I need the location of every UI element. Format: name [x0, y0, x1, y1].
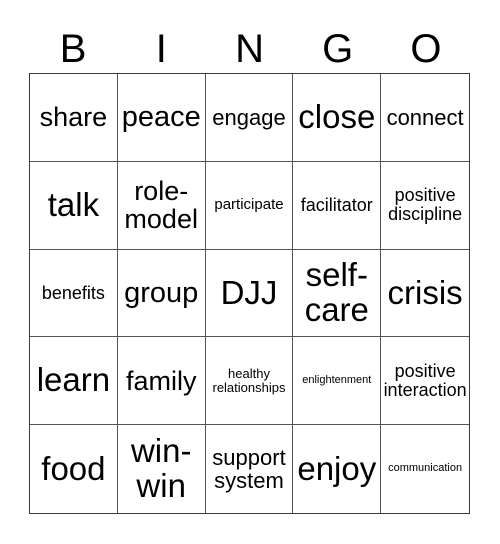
- bingo-cell[interactable]: close: [293, 74, 382, 162]
- header-letter-g: G: [322, 27, 354, 71]
- bingo-cell[interactable]: peace: [117, 74, 206, 162]
- bingo-cell[interactable]: communication: [381, 425, 469, 513]
- bingo-cell[interactable]: healthy relationships: [205, 337, 294, 426]
- bingo-cell[interactable]: engage: [205, 74, 294, 162]
- bingo-cell[interactable]: benefits: [30, 249, 118, 338]
- bingo-grid: share peace engage close connect talk ro…: [29, 73, 470, 514]
- bingo-cell[interactable]: role-model: [117, 161, 206, 250]
- header-letter-n: N: [235, 27, 264, 71]
- bingo-cell[interactable]: enlightenment: [293, 337, 382, 426]
- header-letter-i: I: [155, 27, 167, 71]
- bingo-cell[interactable]: participate: [205, 161, 294, 250]
- bingo-cell[interactable]: enjoy: [293, 425, 382, 513]
- bingo-cell[interactable]: learn: [30, 337, 118, 426]
- header-letter-o: O: [410, 27, 442, 71]
- bingo-cell[interactable]: share: [30, 74, 118, 162]
- bingo-cell[interactable]: food: [30, 425, 118, 513]
- bingo-cell[interactable]: DJJ: [205, 249, 294, 338]
- bingo-cell[interactable]: crisis: [381, 250, 469, 338]
- bingo-cell[interactable]: connect: [381, 74, 469, 162]
- bingo-cell[interactable]: self-care: [293, 249, 382, 338]
- bingo-cell[interactable]: family: [117, 337, 206, 426]
- bingo-cell[interactable]: support system: [206, 425, 294, 513]
- bingo-cell[interactable]: facilitator: [293, 161, 382, 250]
- bingo-header: B I N G O: [29, 26, 470, 73]
- header-letter-b: B: [59, 27, 87, 71]
- bingo-cell[interactable]: positive discipline: [381, 162, 469, 250]
- bingo-cell[interactable]: win-win: [118, 425, 206, 513]
- bingo-cell[interactable]: positive interaction: [381, 337, 469, 426]
- bingo-cell[interactable]: group: [117, 249, 206, 338]
- bingo-cell[interactable]: talk: [30, 161, 118, 250]
